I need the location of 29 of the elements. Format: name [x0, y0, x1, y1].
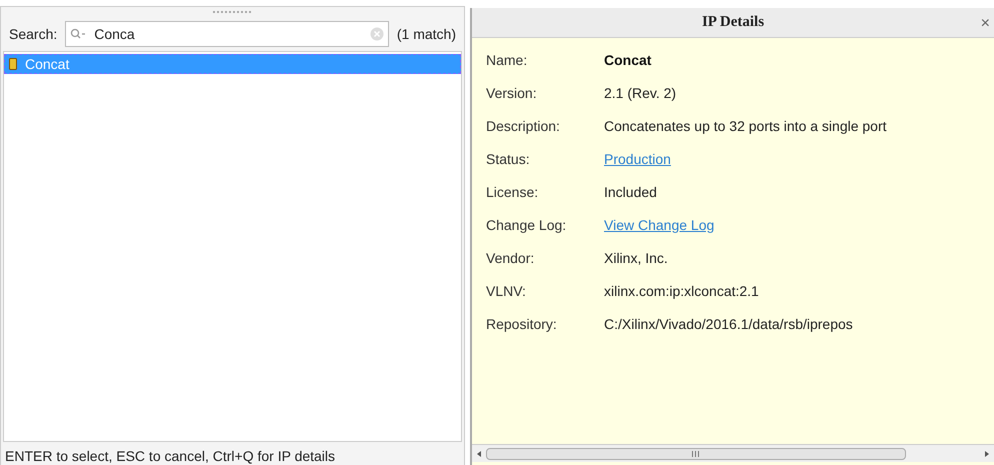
result-item[interactable]: Concat — [4, 54, 461, 74]
field-value: Concat — [604, 51, 652, 70]
close-button[interactable]: × — [980, 12, 990, 36]
search-label: Search: — [9, 24, 58, 44]
match-count: (1 match) — [396, 24, 456, 44]
field-label: Version: — [486, 84, 538, 103]
field-label: Vendor: — [486, 249, 536, 268]
field-link[interactable]: Production — [604, 149, 671, 170]
field-value: Xilinx, Inc. — [604, 249, 668, 268]
field-label: Status: — [486, 150, 531, 169]
field-value: Concatenates up to 32 ports into a single port — [604, 117, 887, 136]
field-label: License: — [486, 183, 540, 202]
grip-icon — [692, 450, 700, 456]
field-label: Change Log: — [486, 216, 568, 235]
details-title: IP Details — [702, 13, 764, 32]
ip-block-icon — [9, 58, 17, 70]
field-value: xilinx.com:ip:xlconcat:2.1 — [604, 282, 759, 301]
field-label: Description: — [486, 117, 561, 136]
field-label: Name: — [486, 51, 528, 70]
field-link[interactable]: View Change Log — [604, 215, 714, 236]
clear-icon[interactable] — [370, 27, 384, 41]
field-value: 2.1 (Rev. 2) — [604, 84, 676, 103]
grip-icon[interactable] — [212, 10, 252, 14]
field-label: VLNV: — [486, 282, 527, 301]
search-field[interactable]: Conca — [65, 21, 389, 47]
field-value: C:/Xilinx/Vivado/2016.1/data/rsb/iprepos — [604, 315, 853, 334]
field-value: Included — [604, 183, 657, 202]
keyboard-hint: ENTER to select, ESC to cancel, Ctrl+Q for IP details — [5, 446, 336, 465]
field-label: Repository: — [486, 315, 558, 334]
